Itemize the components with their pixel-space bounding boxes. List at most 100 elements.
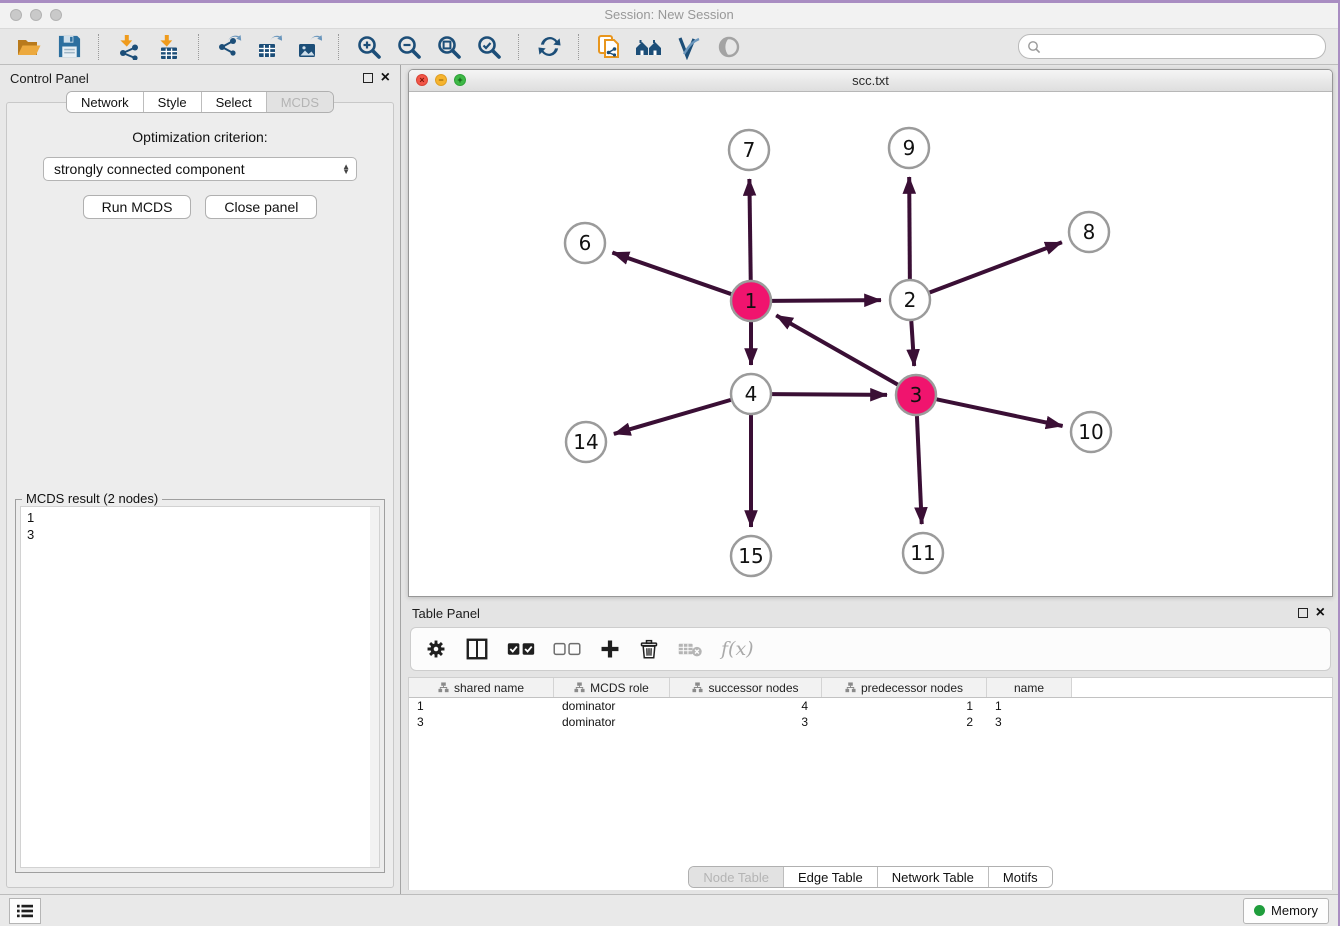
main-toolbar (0, 28, 1338, 65)
open-folder-icon (16, 34, 42, 60)
table-settings-gear-icon[interactable] (425, 638, 447, 660)
show-columns-icon[interactable] (465, 637, 489, 661)
tab-edge-table[interactable]: Edge Table (784, 867, 878, 887)
graph-edge-3-10[interactable] (937, 399, 1063, 426)
table-cell[interactable]: 1 (987, 698, 1072, 714)
graph-edge-1-6[interactable] (612, 253, 731, 295)
run-mcds-button[interactable]: Run MCDS (83, 195, 192, 219)
column-type-icon (574, 682, 585, 693)
export-image-button[interactable] (292, 32, 326, 62)
graph-edge-4-14[interactable] (614, 400, 731, 434)
import-network-button[interactable] (112, 32, 146, 62)
add-column-icon[interactable] (599, 638, 621, 660)
network-canvas[interactable]: 1234678910111415 (409, 92, 1332, 596)
window-title: Session: New Session (0, 7, 1338, 22)
control-panel-title: Control Panel (10, 71, 355, 86)
network-graph[interactable]: 1234678910111415 (409, 92, 1333, 596)
tab-mcds[interactable]: MCDS (267, 92, 333, 112)
close-panel-button[interactable]: Close panel (205, 195, 317, 219)
table-cell[interactable]: 1 (822, 698, 987, 714)
column-label: MCDS role (590, 681, 649, 695)
clone-network-button[interactable] (592, 32, 626, 62)
table-cell[interactable]: 3 (409, 714, 554, 730)
table-cell[interactable]: 1 (409, 698, 554, 714)
houses-icon (635, 34, 663, 60)
close-panel-icon[interactable]: × (381, 73, 390, 83)
apply-layout-button[interactable] (532, 32, 566, 62)
app-window: Session: New Session (0, 3, 1338, 926)
graph-edge-3-11[interactable] (917, 416, 922, 524)
toolbar-separator (338, 34, 340, 60)
graph-edge-1-7[interactable] (749, 179, 750, 280)
zoom-out-button[interactable] (392, 32, 426, 62)
tab-network-table[interactable]: Network Table (878, 867, 989, 887)
graph-edge-3-1[interactable] (776, 315, 898, 384)
column-header-name[interactable]: name (987, 678, 1072, 697)
tab-network[interactable]: Network (67, 92, 144, 112)
column-type-icon (692, 682, 703, 693)
column-header-mcds-role[interactable]: MCDS role (554, 678, 670, 697)
graph-edge-2-3[interactable] (911, 321, 914, 366)
select-all-icon[interactable] (507, 641, 535, 657)
table-cell[interactable]: dominator (554, 714, 670, 730)
graph-node-label: 7 (743, 138, 756, 162)
close-table-panel-icon[interactable]: × (1316, 608, 1325, 618)
save-session-button[interactable] (52, 32, 86, 62)
graph-node-label: 6 (579, 231, 592, 255)
import-table-button[interactable] (152, 32, 186, 62)
export-table-button[interactable] (252, 32, 286, 62)
column-header-successor-nodes[interactable]: successor nodes (670, 678, 822, 697)
column-header-shared-name[interactable]: shared name (409, 678, 554, 697)
vizmapper-button[interactable] (672, 32, 706, 62)
column-header-predecessor-nodes[interactable]: predecessor nodes (822, 678, 987, 697)
table-cell[interactable]: 3 (987, 714, 1072, 730)
column-label: successor nodes (708, 681, 798, 695)
tab-select[interactable]: Select (202, 92, 267, 112)
task-history-button[interactable] (9, 898, 41, 924)
toolbar-search[interactable] (1018, 34, 1326, 59)
cyweb-home-button[interactable] (632, 32, 666, 62)
control-panel-tabs: Network Style Select MCDS (66, 91, 334, 113)
column-label: shared name (454, 681, 524, 695)
table-cell[interactable]: 4 (670, 698, 822, 714)
hide-selected-button[interactable] (712, 32, 746, 62)
deselect-all-icon[interactable] (553, 641, 581, 657)
graph-edge-2-9[interactable] (909, 177, 910, 279)
criterion-select[interactable]: strongly connected component ▲▼ (43, 157, 357, 181)
table-cell[interactable]: dominator (554, 698, 670, 714)
control-panel: Control Panel × Network Style Select MCD… (0, 65, 401, 894)
float-table-panel-icon[interactable] (1298, 608, 1308, 618)
function-builder-icon-disabled: f(x) (721, 638, 754, 660)
fit-content-button[interactable] (432, 32, 466, 62)
column-type-icon (438, 682, 449, 693)
save-floppy-icon (57, 34, 82, 59)
column-label: name (1014, 681, 1044, 695)
delete-column-trash-icon[interactable] (639, 638, 659, 660)
table-row[interactable]: 1dominator411 (409, 698, 1332, 714)
tab-style[interactable]: Style (144, 92, 202, 112)
float-panel-icon[interactable] (363, 73, 373, 83)
search-input[interactable] (1045, 39, 1317, 55)
zoom-in-button[interactable] (352, 32, 386, 62)
table-cell[interactable]: 3 (670, 714, 822, 730)
table-row[interactable]: 3dominator323 (409, 714, 1332, 730)
graph-edge-2-8[interactable] (930, 242, 1062, 292)
tab-motifs[interactable]: Motifs (989, 867, 1052, 887)
table-cell[interactable]: 2 (822, 714, 987, 730)
graph-node-label: 2 (904, 288, 917, 312)
result-scrollbar[interactable] (370, 507, 379, 867)
mcds-result-text[interactable]: 1 3 (20, 506, 380, 868)
tab-node-table[interactable]: Node Table (689, 867, 784, 887)
graph-node-label: 10 (1078, 420, 1103, 444)
table-panel-title: Table Panel (412, 606, 1290, 621)
graph-node-label: 11 (910, 541, 935, 565)
export-network-button[interactable] (212, 32, 246, 62)
graph-edge-1-2[interactable] (772, 300, 881, 301)
zoom-selected-button[interactable] (472, 32, 506, 62)
open-session-button[interactable] (12, 32, 46, 62)
zoom-selected-icon (476, 34, 502, 60)
graph-edge-4-3[interactable] (772, 394, 887, 395)
memory-button[interactable]: Memory (1243, 898, 1329, 924)
network-window-title: scc.txt (409, 73, 1332, 88)
export-network-icon (216, 34, 242, 60)
